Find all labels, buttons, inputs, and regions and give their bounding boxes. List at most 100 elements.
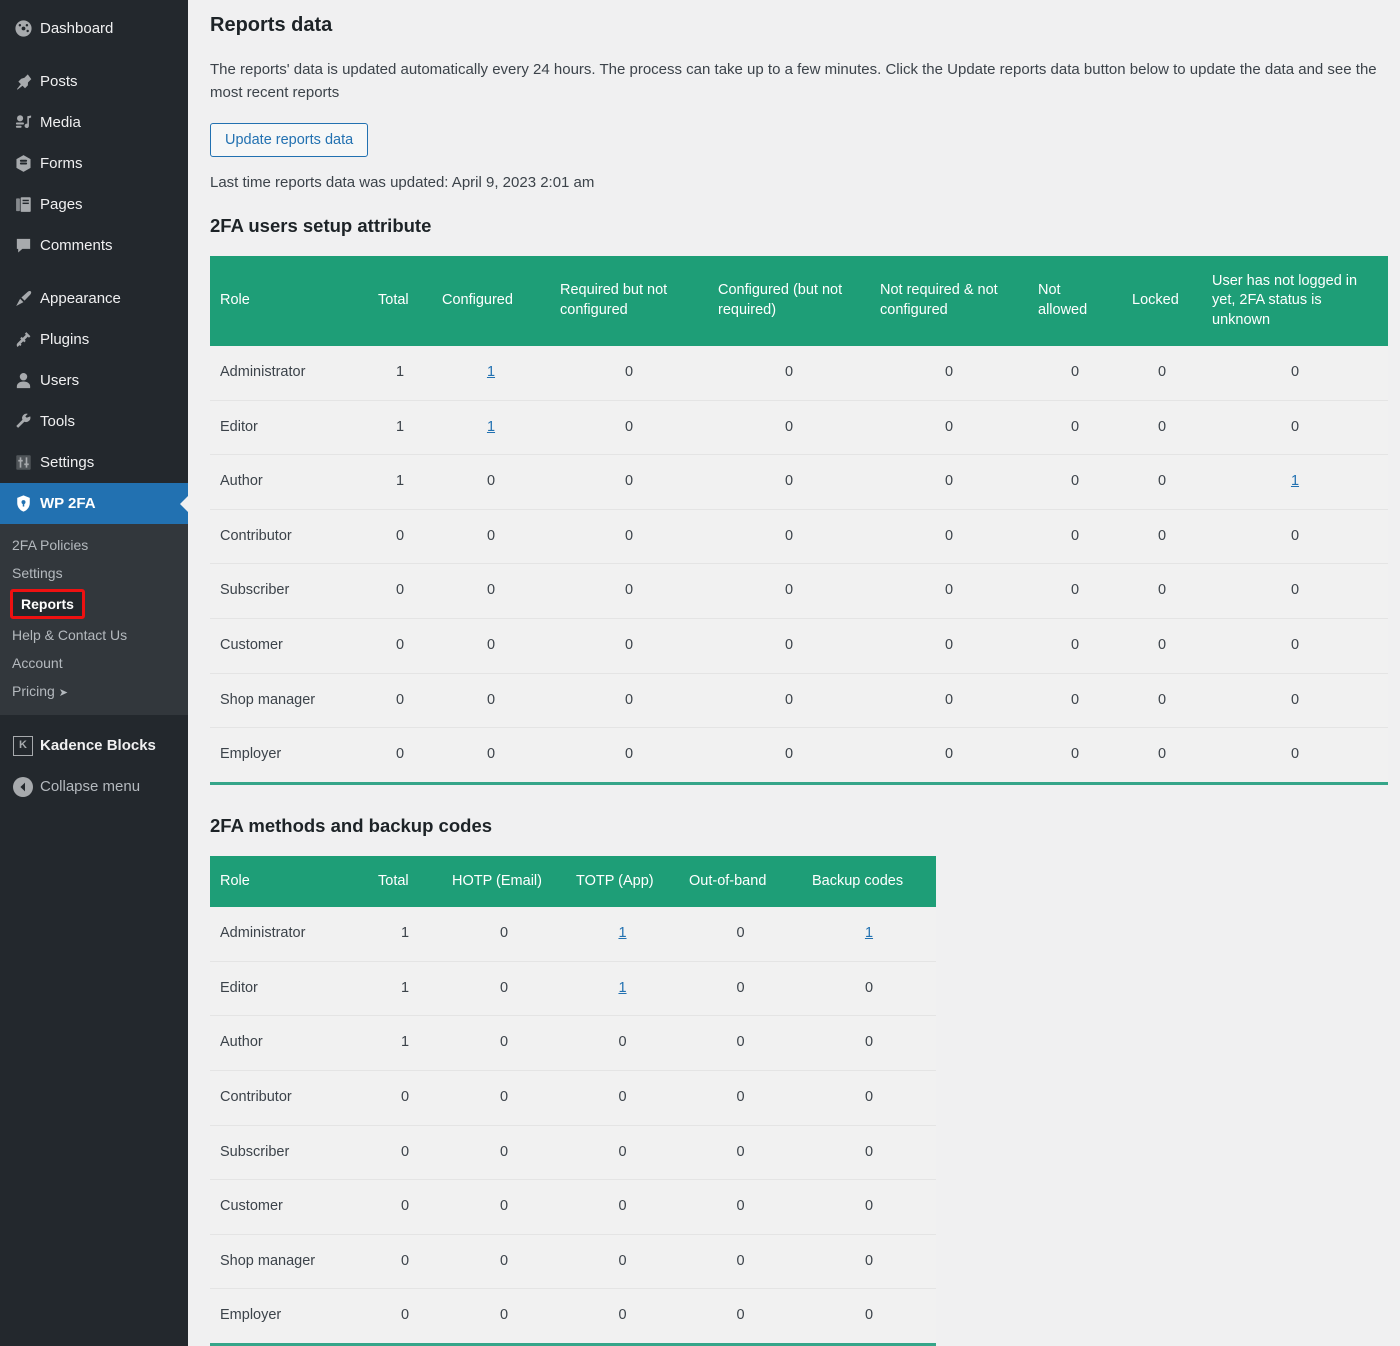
sidebar-item-label: WP 2FA (40, 495, 96, 512)
sidebar-item-posts[interactable]: Posts (0, 61, 188, 102)
value-cell: 0 (1070, 364, 1080, 381)
table-row: Author 1 0 0 0 0 (210, 1015, 936, 1071)
sidebar-item-settings[interactable]: Settings (0, 442, 188, 483)
value-cell: 0 (784, 364, 794, 381)
count-link[interactable]: 1 (865, 925, 873, 941)
table-row: Subscriber 0 0 0 0 0 0 0 0 (210, 563, 1388, 619)
sidebar-item-label: Settings (40, 454, 95, 471)
value-cell: 0 (368, 1069, 442, 1125)
value-cell[interactable]: 1 (802, 907, 936, 961)
value-cell: 0 (870, 727, 1028, 784)
table-row: Editor 1 1 0 0 0 0 0 0 (210, 399, 1388, 455)
value-cell: 0 (802, 1288, 936, 1345)
sidebar-item-wp-2fa[interactable]: WP 2FA (0, 483, 188, 524)
value-cell: 0 (368, 727, 432, 784)
sidebar-item-pages[interactable]: Pages (0, 184, 188, 225)
column-header: Role (210, 855, 368, 908)
sidebar-item-dashboard[interactable]: Dashboard (0, 8, 188, 49)
value-cell: 0 (432, 508, 550, 564)
last-updated-text: Last time reports data was updated: Apri… (210, 173, 595, 191)
submenu-item-reports[interactable]: Reports (10, 589, 85, 619)
value-cell: 0 (368, 1288, 442, 1345)
value-cell[interactable]: 1 (432, 399, 550, 455)
pin-icon (6, 72, 40, 91)
table-row: Employer 0 0 0 0 0 0 0 0 (210, 727, 1388, 784)
sidebar-item-label: Kadence Blocks (40, 737, 156, 754)
page-title: Reports data (210, 14, 333, 36)
column-header: Configured (432, 255, 550, 347)
value-cell: 0 (442, 1069, 566, 1125)
value-cell: 0 (550, 454, 708, 510)
value-cell: 0 (432, 454, 550, 510)
submenu-item-account[interactable]: Account (0, 649, 188, 677)
sidebar-item-users[interactable]: Users (0, 360, 188, 401)
value-cell: 1 (395, 364, 405, 381)
role-cell: Contributor (210, 1069, 368, 1125)
value-cell: 0 (566, 1233, 679, 1289)
value-cell[interactable]: 1 (566, 907, 679, 961)
value-cell: 0 (1028, 618, 1122, 674)
sidebar-item-kadence-blocks[interactable]: K Kadence Blocks (0, 725, 188, 766)
count-link[interactable]: 1 (618, 980, 626, 996)
value-cell: 0 (550, 563, 708, 619)
value-cell: 0 (1122, 454, 1202, 510)
sidebar-item-label: Plugins (40, 331, 90, 348)
value-cell: 0 (679, 1015, 802, 1071)
value-cell: 0 (870, 454, 1028, 510)
submenu-item-help-contact-us[interactable]: Help & Contact Us (0, 621, 188, 649)
submenu-item-pricing[interactable]: Pricing ➤ (0, 677, 188, 705)
table-row: Employer 0 0 0 0 0 (210, 1288, 936, 1345)
sidebar-item-media[interactable]: Media (0, 102, 188, 143)
external-arrow-icon: ➤ (58, 687, 69, 699)
value-cell: 0 (1122, 508, 1202, 564)
submenu-item-2fa-policies[interactable]: 2FA Policies (0, 531, 188, 559)
table-row: Contributor 0 0 0 0 0 (210, 1069, 936, 1125)
value-cell: 0 (566, 1015, 679, 1071)
table-row: Customer 0 0 0 0 0 (210, 1179, 936, 1235)
value-cell: 1 (400, 925, 410, 942)
value-cell: 0 (1157, 364, 1167, 381)
column-header: Configured (but not required) (708, 255, 870, 347)
value-cell: 0 (1122, 672, 1202, 728)
submenu-item-settings[interactable]: Settings (0, 559, 188, 587)
sidebar-item-plugins[interactable]: Plugins (0, 319, 188, 360)
value-cell: 0 (870, 672, 1028, 728)
sidebar-item-appearance[interactable]: Appearance (0, 278, 188, 319)
value-cell: 0 (432, 563, 550, 619)
value-cell: 0 (802, 1179, 936, 1235)
sidebar-item-collapse-menu[interactable]: Collapse menu (0, 766, 188, 807)
role-cell: Employer (210, 727, 368, 784)
count-link[interactable]: 1 (487, 419, 495, 435)
methods-backup-codes-table: Role Total HOTP (Email) TOTP (App) Out-of-ba… (210, 855, 936, 1346)
value-cell: 0 (566, 1124, 679, 1180)
role-cell: Subscriber (210, 1124, 368, 1180)
count-link[interactable]: 1 (618, 925, 626, 941)
sliders-icon (6, 453, 40, 472)
sidebar-item-forms[interactable]: Forms (0, 143, 188, 184)
column-header: Not required & not configured (870, 255, 1028, 347)
value-cell: 0 (442, 1124, 566, 1180)
value-cell: 0 (499, 925, 509, 942)
sidebar-item-tools[interactable]: Tools (0, 401, 188, 442)
value-cell: 0 (708, 399, 870, 455)
sidebar-item-comments[interactable]: Comments (0, 225, 188, 266)
value-cell: 0 (368, 563, 432, 619)
dashboard-icon (6, 19, 40, 38)
sidebar-item-label: Appearance (40, 290, 121, 307)
sidebar-item-label: Posts (40, 73, 78, 90)
update-reports-data-button[interactable]: Update reports data (210, 122, 369, 157)
count-link[interactable]: 1 (487, 364, 495, 380)
value-cell: 0 (736, 925, 745, 942)
value-cell: 0 (1202, 727, 1388, 784)
value-cell[interactable]: 1 (1202, 454, 1388, 510)
value-cell[interactable]: 1 (566, 960, 679, 1016)
value-cell[interactable]: 1 (432, 346, 550, 400)
value-cell: 0 (1202, 618, 1388, 674)
sidebar-item-label: Tools (40, 413, 76, 430)
value-cell: 0 (1028, 399, 1122, 455)
value-cell: 1 (368, 454, 432, 510)
value-cell: 0 (566, 1288, 679, 1345)
value-cell: 0 (679, 1124, 802, 1180)
plug-icon (6, 330, 40, 349)
count-link[interactable]: 1 (1291, 473, 1299, 489)
